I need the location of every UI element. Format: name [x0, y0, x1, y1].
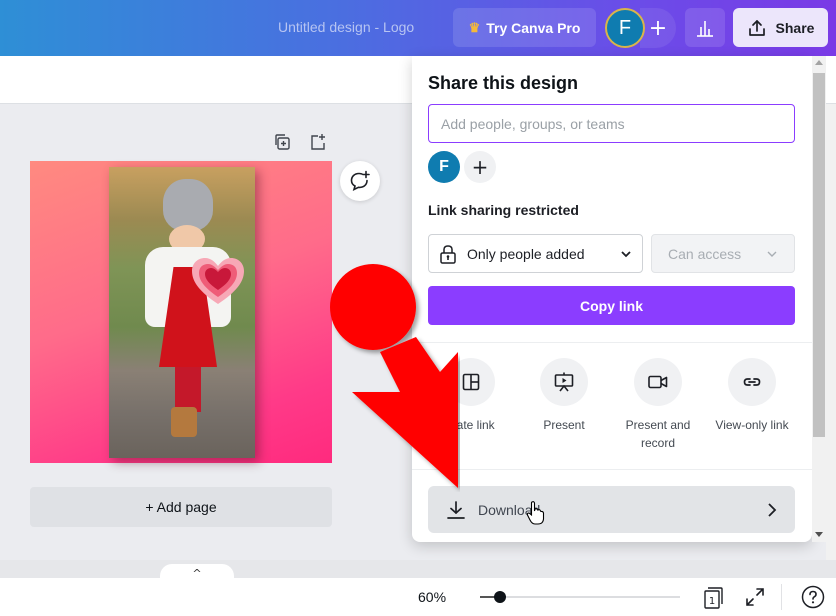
add-comment-button[interactable] [340, 161, 380, 201]
share-panel-scrollbar[interactable] [812, 56, 826, 542]
upload-icon [748, 19, 765, 36]
divider [412, 342, 812, 343]
link-access-dropdown[interactable]: Only people added [428, 234, 643, 273]
permission-value: Can access [668, 245, 742, 262]
bar-chart-icon [697, 20, 713, 37]
share-label: Share [775, 19, 815, 36]
duplicate-icon [275, 134, 290, 150]
chevron-down-icon [767, 251, 777, 257]
fullscreen-button[interactable] [745, 587, 765, 607]
video-camera-icon [648, 375, 668, 389]
lock-icon [440, 244, 456, 264]
option-label: plate link [447, 418, 495, 432]
option-label: Present [543, 418, 585, 432]
footer-divider [781, 584, 782, 610]
share-panel-title: Share this design [428, 73, 579, 93]
duplicate-page-button[interactable] [272, 132, 292, 152]
permission-dropdown[interactable]: Can access [651, 234, 795, 273]
add-people-input[interactable] [428, 104, 795, 143]
top-bar: Untitled design - Logo ♛ Try Canva Pro +… [0, 0, 836, 56]
document-title[interactable]: Untitled design - Logo [278, 19, 414, 35]
add-page-icon-button[interactable] [308, 132, 328, 152]
download-button[interactable]: Download [428, 486, 795, 533]
zoom-track [480, 596, 680, 598]
copy-link-button[interactable]: Copy link [428, 286, 795, 325]
zoom-thumb[interactable] [494, 591, 506, 603]
page-count-button[interactable]: 1 [703, 585, 725, 609]
crown-icon: ♛ [468, 19, 481, 35]
heart-sticker[interactable] [190, 256, 246, 306]
member-avatar[interactable]: F [428, 151, 460, 183]
user-avatar[interactable]: F [605, 8, 645, 48]
share-panel: Share this design F + Link sharing restr… [412, 56, 812, 542]
scroll-thumb[interactable] [813, 73, 825, 437]
zoom-percentage[interactable]: 60% [418, 589, 446, 605]
chevron-down-icon [621, 250, 631, 257]
download-icon [447, 500, 465, 519]
page-actions [272, 132, 328, 152]
divider [412, 469, 812, 470]
help-icon [801, 585, 825, 609]
scroll-down-arrow[interactable] [815, 532, 823, 537]
add-member-button[interactable]: + [464, 151, 496, 183]
template-icon [462, 373, 480, 391]
present-icon [554, 372, 574, 392]
canvas-scrollbar[interactable] [826, 104, 836, 560]
add-page-button[interactable]: + Add page [30, 487, 332, 527]
try-canva-pro-label: Try Canva Pro [486, 19, 581, 36]
add-collaborator-button[interactable]: + [640, 8, 676, 48]
zoom-slider[interactable] [480, 591, 680, 603]
option-label: View-only link [715, 418, 789, 432]
view-only-link-option[interactable]: View-only link [705, 358, 799, 434]
try-canva-pro-button[interactable]: ♛ Try Canva Pro [453, 8, 596, 47]
download-label: Download [478, 501, 541, 518]
pages-icon: 1 [704, 587, 723, 609]
expand-icon [746, 588, 764, 606]
footer-bar: 60% 1 [0, 578, 836, 616]
page-number: 1 [709, 596, 715, 607]
chevron-right-icon [768, 502, 777, 517]
link-sharing-label: Link sharing restricted [428, 202, 579, 218]
help-button[interactable] [801, 585, 825, 609]
link-access-value: Only people added [467, 245, 585, 262]
present-option[interactable]: Present [517, 358, 611, 434]
insights-button[interactable] [685, 8, 725, 47]
template-link-option[interactable]: plate link [424, 358, 518, 434]
link-icon [743, 378, 761, 386]
hand-cursor-icon [526, 501, 545, 525]
child-photo[interactable] [109, 167, 255, 458]
comment-plus-icon [350, 170, 370, 192]
photo-boots [171, 407, 197, 437]
share-button[interactable]: Share [733, 8, 828, 47]
design-page[interactable] [30, 161, 332, 463]
photo-hat [163, 179, 213, 231]
photo-legs [175, 367, 201, 412]
share-options: plate link Present Present and record Vi… [412, 358, 812, 458]
add-page-icon [311, 134, 325, 150]
present-and-record-option[interactable]: Present and record [611, 358, 705, 452]
scroll-up-arrow[interactable] [815, 60, 823, 65]
option-label: Present and record [625, 418, 691, 450]
pages-strip [0, 560, 836, 578]
